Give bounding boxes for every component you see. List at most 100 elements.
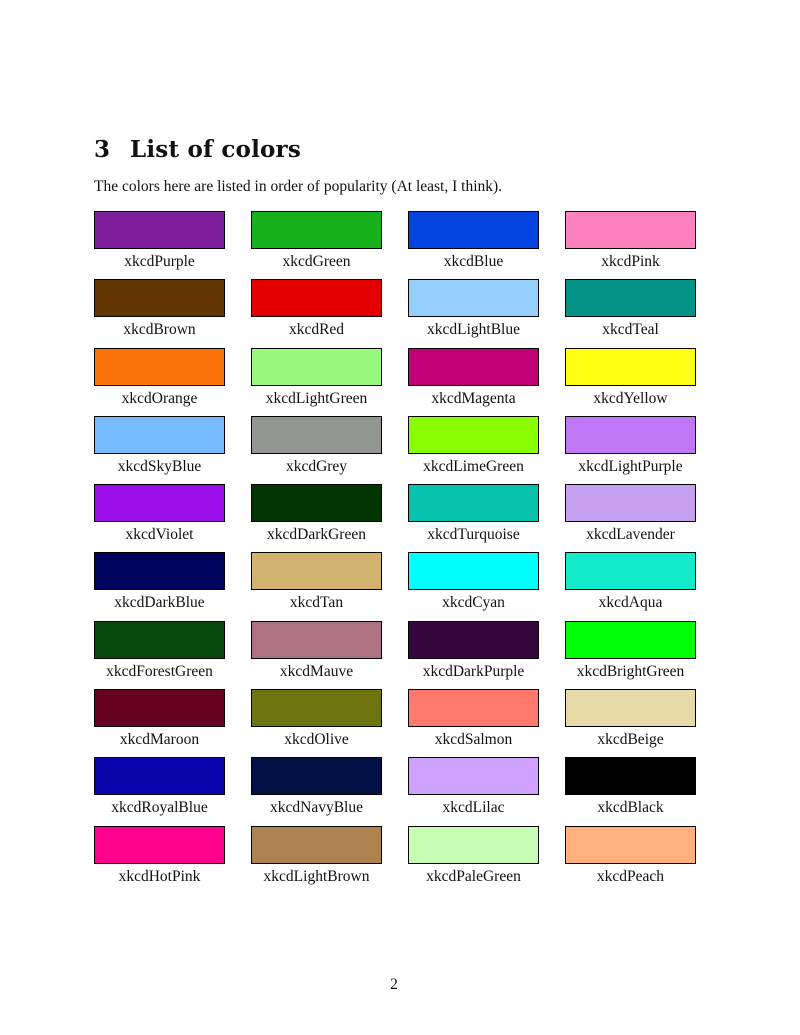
color-entry: xkcdTeal	[565, 279, 696, 347]
color-entry: xkcdHotPink	[94, 825, 225, 894]
color-name: xkcdMaroon	[119, 731, 200, 749]
color-swatch	[251, 825, 382, 864]
color-entry: xkcdPurple	[94, 211, 225, 279]
page-number: 2	[390, 976, 398, 993]
color-entry: xkcdMaroon	[94, 689, 225, 757]
color-name: xkcdOrange	[121, 389, 198, 407]
color-name: xkcdTeal	[602, 321, 659, 339]
color-name: xkcdMagenta	[431, 389, 516, 407]
color-entry: xkcdNavyBlue	[251, 757, 382, 825]
color-entry: xkcdSkyBlue	[94, 415, 225, 484]
color-entry: xkcdCyan	[408, 552, 539, 620]
color-name: xkcdPaleGreen	[426, 867, 521, 885]
color-name: xkcdLavender	[586, 526, 675, 544]
color-name: xkcdLightBlue	[427, 321, 520, 339]
color-entry: xkcdRed	[251, 279, 382, 347]
color-swatch	[251, 757, 382, 796]
color-swatch	[94, 415, 225, 454]
color-name: xkcdNavyBlue	[270, 799, 363, 817]
color-name: xkcdLilac	[442, 799, 505, 817]
section-number: 3	[94, 136, 111, 163]
color-swatch	[565, 347, 696, 386]
color-entry: xkcdMauve	[251, 620, 382, 689]
color-entry: xkcdDarkGreen	[251, 484, 382, 552]
color-name: xkcdSkyBlue	[117, 457, 202, 475]
color-entry: xkcdLavender	[565, 484, 696, 552]
section-title: List of colors	[130, 136, 302, 163]
color-name: xkcdBeige	[597, 731, 664, 749]
color-swatch	[94, 552, 225, 591]
color-swatch	[408, 279, 539, 318]
color-swatch	[408, 484, 539, 523]
color-name: xkcdViolet	[125, 526, 194, 544]
color-name: xkcdLimeGreen	[423, 457, 524, 475]
color-name: xkcdRed	[288, 321, 345, 339]
color-swatch	[251, 347, 382, 386]
section-heading: 3 List of colors	[94, 136, 301, 163]
color-entry: xkcdSalmon	[408, 689, 539, 757]
color-swatch	[94, 825, 225, 864]
color-swatch	[94, 347, 225, 386]
color-swatch	[565, 211, 696, 249]
color-entry: xkcdDarkBlue	[94, 552, 225, 620]
color-entry: xkcdBrown	[94, 279, 225, 347]
color-name: xkcdOlive	[284, 731, 349, 749]
color-name: xkcdHotPink	[118, 867, 201, 885]
color-entry: xkcdGrey	[251, 415, 382, 484]
color-swatch	[94, 484, 225, 523]
color-entry: xkcdGreen	[251, 211, 382, 279]
color-swatch	[565, 825, 696, 864]
color-swatch	[251, 552, 382, 591]
color-name: xkcdBlue	[443, 253, 504, 270]
color-entry: xkcdOlive	[251, 689, 382, 757]
color-name: xkcdDarkBlue	[114, 594, 205, 612]
color-swatch	[408, 757, 539, 796]
color-swatch	[251, 279, 382, 318]
color-entry: xkcdBrightGreen	[565, 620, 696, 689]
color-name: xkcdBrightGreen	[576, 662, 685, 680]
color-name: xkcdForestGreen	[106, 662, 213, 680]
color-swatch	[408, 825, 539, 864]
color-swatch	[251, 211, 382, 249]
color-entry: xkcdTan	[251, 552, 382, 620]
color-swatch	[94, 689, 225, 728]
color-name: xkcdBrown	[123, 321, 196, 339]
color-swatch	[565, 689, 696, 728]
color-swatch	[408, 211, 539, 249]
color-name: xkcdCyan	[442, 594, 505, 612]
color-entry: xkcdLightBlue	[408, 279, 539, 347]
color-entry: xkcdBeige	[565, 689, 696, 757]
color-name: xkcdDarkGreen	[267, 526, 366, 544]
color-swatch	[94, 279, 225, 318]
color-swatch	[408, 552, 539, 591]
color-swatch	[251, 484, 382, 523]
color-swatch	[94, 757, 225, 796]
color-name: xkcdLightGreen	[265, 389, 368, 407]
color-swatch	[565, 552, 696, 591]
color-entry: xkcdLightGreen	[251, 347, 382, 416]
color-name: xkcdTan	[289, 594, 344, 612]
color-swatch	[565, 415, 696, 454]
color-swatch	[251, 689, 382, 728]
color-name: xkcdLightBrown	[263, 867, 370, 885]
color-entry: xkcdTurquoise	[408, 484, 539, 552]
color-entry: xkcdLightPurple	[565, 415, 696, 484]
color-swatch-grid: xkcdPurple xkcdGreen xkcdBlue xkcdPink xkcdB…	[94, 211, 722, 894]
color-name: xkcdAqua	[598, 594, 663, 612]
color-name: xkcdTurquoise	[427, 526, 520, 544]
color-name: xkcdDarkPurple	[422, 662, 525, 680]
color-name: xkcdSalmon	[434, 731, 513, 749]
color-entry: xkcdBlack	[565, 757, 696, 825]
color-swatch	[251, 620, 382, 659]
color-entry: xkcdViolet	[94, 484, 225, 552]
color-swatch	[408, 415, 539, 454]
color-entry: xkcdRoyalBlue	[94, 757, 225, 825]
color-entry: xkcdMagenta	[408, 347, 539, 416]
color-name: xkcdGrey	[285, 457, 348, 475]
color-swatch	[408, 347, 539, 386]
color-name: xkcdRoyalBlue	[111, 799, 208, 817]
color-entry: xkcdLilac	[408, 757, 539, 825]
color-entry: xkcdPaleGreen	[408, 825, 539, 894]
color-name: xkcdPeach	[596, 867, 665, 885]
color-entry: xkcdBlue	[408, 211, 539, 279]
